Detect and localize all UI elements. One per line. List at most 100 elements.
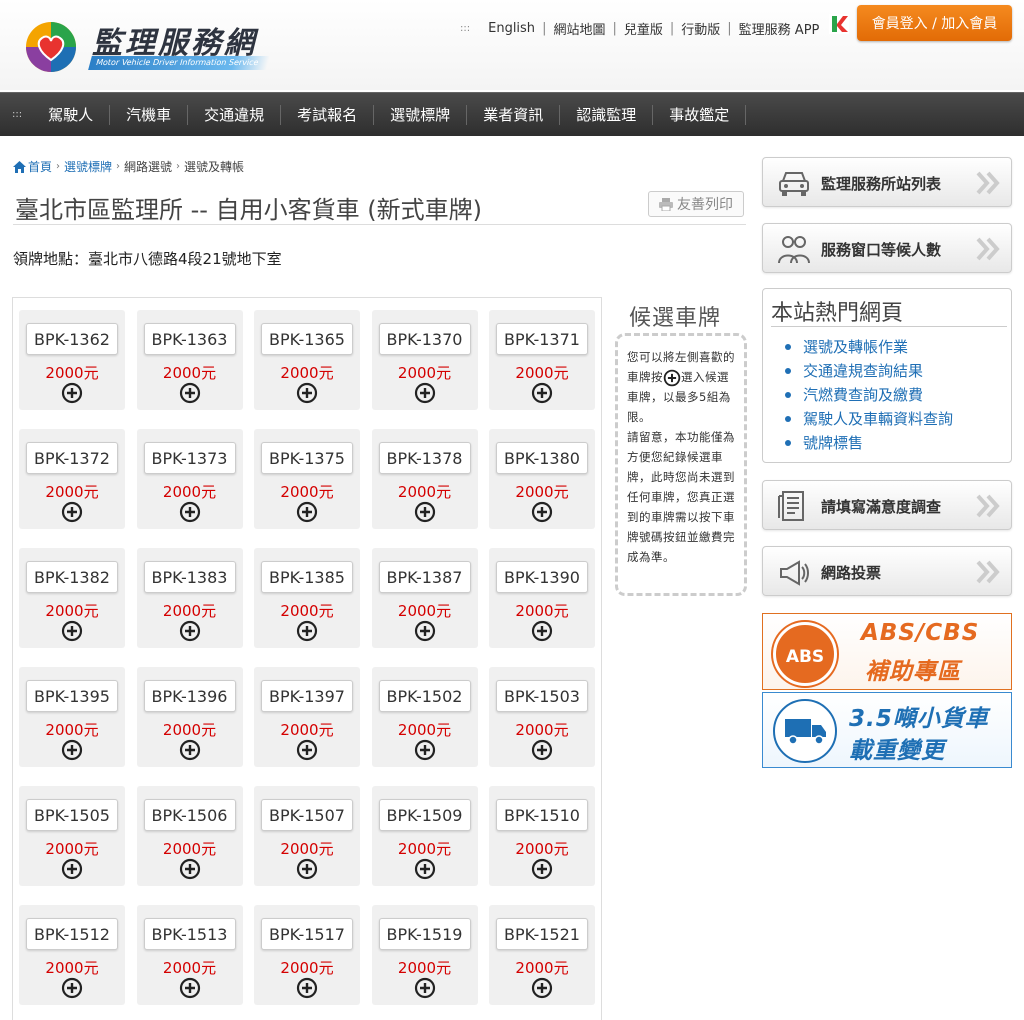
plate-number-button[interactable]: BPK-1517 [261, 918, 353, 950]
add-circle-icon[interactable] [61, 501, 83, 523]
plate-number-button[interactable]: BPK-1372 [26, 442, 118, 474]
plate-number-button[interactable]: BPK-1503 [496, 680, 588, 712]
link-kids[interactable]: 兒童版 [624, 19, 663, 38]
plate-number-button[interactable]: BPK-1512 [26, 918, 118, 950]
plate-number-button[interactable]: BPK-1502 [378, 680, 471, 712]
link-mobile[interactable]: 行動版 [681, 19, 720, 38]
plate-number-button[interactable]: BPK-1507 [261, 799, 353, 831]
plate-number-button[interactable]: BPK-1505 [26, 799, 118, 831]
candidates-dropzone[interactable]: 您可以將左側喜歡的車牌按 選入候選車牌，以最多5組為限。 請留意，本功能僅為方便您… [615, 333, 747, 596]
plate-number-button[interactable]: BPK-1380 [496, 442, 588, 474]
queue-label: 服務窗口等候人數 [821, 241, 942, 259]
chevron-right-icon: › [56, 161, 61, 172]
popular-link-violation[interactable]: 交通違規查詢結果 [785, 359, 953, 383]
breadcrumb-home[interactable]: 首頁 [28, 158, 52, 175]
add-circle-icon[interactable] [531, 620, 553, 642]
add-circle-icon[interactable] [296, 977, 318, 999]
plate-number-button[interactable]: BPK-1506 [143, 799, 236, 831]
breadcrumb-online[interactable]: 網路選號 [124, 158, 172, 175]
survey-button[interactable]: 請填寫滿意度調查 [762, 480, 1012, 530]
add-circle-icon[interactable] [531, 977, 553, 999]
nav-item-driver[interactable]: 駕駛人 [36, 104, 111, 125]
add-circle-icon[interactable] [531, 501, 553, 523]
add-circle-icon[interactable] [179, 739, 201, 761]
plate-number-button[interactable]: BPK-1362 [26, 323, 118, 355]
add-circle-icon[interactable] [414, 739, 436, 761]
station-list-button[interactable]: 監理服務所站列表 [762, 157, 1012, 207]
plate-number-button[interactable]: BPK-1365 [261, 323, 353, 355]
add-circle-icon[interactable] [179, 977, 201, 999]
link-app[interactable]: 監理服務 APP [739, 19, 820, 38]
queue-button[interactable]: 服務窗口等候人數 [762, 223, 1012, 273]
plate-number-button[interactable]: BPK-1385 [261, 561, 353, 593]
add-circle-icon[interactable] [531, 858, 553, 880]
plate-number-button[interactable]: BPK-1519 [378, 918, 471, 950]
add-circle-icon[interactable] [179, 620, 201, 642]
print-button[interactable]: 友善列印 [648, 191, 744, 217]
popular-link-driver-query[interactable]: 駕駛人及車輛資料查詢 [785, 407, 953, 431]
link-sitemap[interactable]: 網站地圖 [553, 19, 605, 38]
nav-item-violation[interactable]: 交通違規 [188, 104, 282, 125]
add-circle-icon[interactable] [179, 858, 201, 880]
plate-number-button[interactable]: BPK-1370 [378, 323, 471, 355]
add-circle-icon[interactable] [414, 501, 436, 523]
site-logo[interactable]: 監理服務網 Motor Vehicle Driver Information S… [20, 14, 280, 76]
add-circle-icon[interactable] [61, 620, 83, 642]
plate-number-button[interactable]: BPK-1395 [26, 680, 118, 712]
add-circle-icon[interactable] [531, 739, 553, 761]
plate-number-button[interactable]: BPK-1397 [261, 680, 353, 712]
plate-number-button[interactable]: BPK-1371 [496, 323, 588, 355]
add-circle-icon[interactable] [296, 858, 318, 880]
kk-logo-icon[interactable] [829, 14, 849, 34]
popular-link-plate[interactable]: 選號及轉帳作業 [785, 335, 953, 359]
member-login-button[interactable]: 會員登入 / 加入會員 [857, 5, 1012, 41]
nav-item-accident[interactable]: 事故鑑定 [653, 104, 747, 125]
add-circle-icon[interactable] [61, 977, 83, 999]
add-circle-icon[interactable] [61, 858, 83, 880]
add-circle-icon[interactable] [414, 858, 436, 880]
nav-item-about[interactable]: 認識監理 [560, 104, 654, 125]
plate-number-button[interactable]: BPK-1378 [378, 442, 471, 474]
add-circle-icon[interactable] [414, 977, 436, 999]
plate-number-button[interactable]: BPK-1363 [143, 323, 236, 355]
plate-number-button[interactable]: BPK-1390 [496, 561, 588, 593]
truck-load-banner[interactable]: 3.5噸小貨車 載重變更 [762, 692, 1012, 768]
add-circle-icon[interactable] [296, 382, 318, 404]
add-circle-icon[interactable] [531, 382, 553, 404]
add-circle-icon[interactable] [296, 501, 318, 523]
add-circle-icon[interactable] [61, 382, 83, 404]
plate-price: 2000元 [515, 602, 569, 620]
plate-number-button[interactable]: BPK-1382 [26, 561, 118, 593]
plate-number-button[interactable]: BPK-1387 [378, 561, 471, 593]
breadcrumb-plate[interactable]: 選號標牌 [64, 158, 112, 175]
plate-number-button[interactable]: BPK-1513 [143, 918, 236, 950]
vote-button[interactable]: 網路投票 [762, 546, 1012, 596]
link-english[interactable]: English [488, 21, 535, 36]
plate-card: BPK-1513 2000元 [136, 905, 243, 1005]
plate-number-button[interactable]: BPK-1521 [496, 918, 588, 950]
add-circle-icon[interactable] [179, 501, 201, 523]
add-circle-icon[interactable] [296, 739, 318, 761]
abs-cbs-banner[interactable]: ABS ABS/CBS 補助專區 [762, 613, 1012, 690]
nav-item-business[interactable]: 業者資訊 [467, 104, 561, 125]
title-divider [13, 224, 746, 225]
plate-number-button[interactable]: BPK-1383 [143, 561, 236, 593]
popular-link-fuel-fee[interactable]: 汽燃費查詢及繳費 [785, 383, 953, 407]
plate-number-button[interactable]: BPK-1373 [143, 442, 236, 474]
add-circle-icon[interactable] [61, 739, 83, 761]
plate-number-button[interactable]: BPK-1509 [378, 799, 471, 831]
add-circle-icon[interactable] [296, 620, 318, 642]
add-circle-icon[interactable] [414, 382, 436, 404]
breadcrumb: 首頁 › 選號標牌 › 網路選號 › 選號及轉帳 [13, 158, 244, 175]
plate-number-button[interactable]: BPK-1375 [261, 442, 353, 474]
plate-card: BPK-1397 2000元 [254, 667, 360, 767]
nav-item-exam[interactable]: 考試報名 [281, 104, 375, 125]
pickup-location: 領牌地點：臺北市八德路4段21號地下室 [13, 250, 282, 268]
nav-item-vehicle[interactable]: 汽機車 [110, 104, 189, 125]
nav-item-plate-select[interactable]: 選號標牌 [374, 104, 468, 125]
add-circle-icon[interactable] [414, 620, 436, 642]
plate-number-button[interactable]: BPK-1510 [496, 799, 588, 831]
plate-number-button[interactable]: BPK-1396 [143, 680, 236, 712]
add-circle-icon[interactable] [179, 382, 201, 404]
popular-link-auction[interactable]: 號牌標售 [785, 431, 953, 455]
